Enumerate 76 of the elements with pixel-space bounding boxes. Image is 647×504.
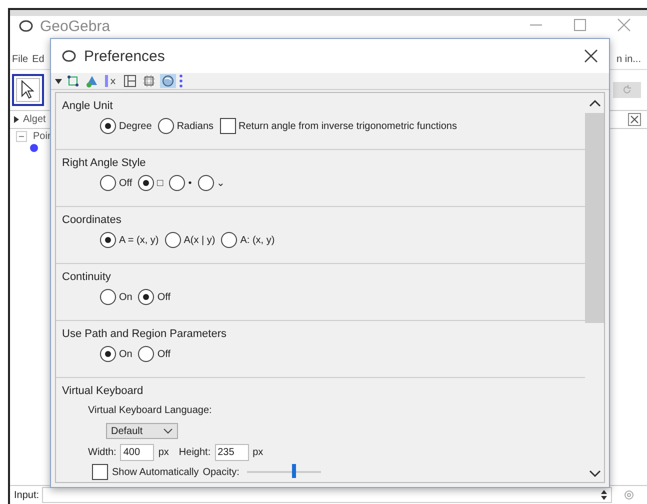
radio-button[interactable] <box>164 232 181 248</box>
checkbox-label: Show Automatically <box>112 466 199 478</box>
radio-button[interactable] <box>138 175 154 191</box>
checkbox[interactable] <box>220 118 236 134</box>
radio-button[interactable] <box>100 232 116 248</box>
radio-button[interactable] <box>169 175 186 191</box>
point-dot[interactable] <box>30 144 38 152</box>
close-view-button[interactable] <box>628 113 641 126</box>
settings-tab[interactable] <box>141 74 157 88</box>
radio-button[interactable] <box>100 175 116 191</box>
radio-label: Off <box>119 178 132 188</box>
scroll-up-icon[interactable] <box>588 99 600 107</box>
pointer-icon <box>20 80 36 100</box>
width-field[interactable]: 400 <box>120 444 154 460</box>
radio-button[interactable] <box>138 289 154 305</box>
radio-button[interactable] <box>100 346 116 362</box>
radio-label: Degree <box>119 120 152 132</box>
section-title: Use Path and Region Parameters <box>62 327 228 342</box>
radio-button[interactable] <box>100 118 116 134</box>
more-icon[interactable] <box>179 74 183 88</box>
scroll-thumb[interactable] <box>585 113 604 323</box>
collapse-toggle[interactable] <box>16 131 27 142</box>
language-dropdown[interactable]: Default <box>106 423 178 439</box>
radio-label: ⌄ <box>216 177 225 189</box>
menu-item[interactable]: Ed <box>32 54 44 65</box>
radio-label: Off <box>157 292 170 302</box>
window-title: GeoGebra <box>40 18 110 36</box>
tree-label[interactable]: Poir <box>33 131 51 142</box>
opacity-slider-thumb[interactable] <box>292 464 296 478</box>
unit-label: px <box>252 446 264 458</box>
algebra-header[interactable]: Alget <box>23 114 46 125</box>
scroll-down-icon[interactable] <box>588 470 600 478</box>
input-label: Input: <box>14 490 40 500</box>
section-title: Coordinates <box>62 213 122 228</box>
height-label: Height: <box>178 446 211 458</box>
logo-icon <box>61 48 77 64</box>
radio-button[interactable] <box>100 289 116 305</box>
unit-label: px <box>158 446 169 458</box>
radio-label: On <box>119 292 132 302</box>
section-title: Right Angle Style <box>62 156 147 171</box>
logo-icon <box>18 18 34 34</box>
radio-button[interactable] <box>158 118 174 134</box>
redo-icon <box>622 85 632 95</box>
radio-button[interactable] <box>198 175 214 191</box>
height-field[interactable]: 235 <box>214 444 249 460</box>
radio-button[interactable] <box>138 346 154 362</box>
language-label: Virtual Keyboard Language: <box>87 404 213 418</box>
section-title: Virtual Keyboard <box>62 384 144 399</box>
width-label: Width: <box>88 446 116 458</box>
menu-item[interactable]: n in... <box>616 54 641 65</box>
radio-label: A(x | y) <box>184 234 216 246</box>
spinner-arrows-icon[interactable] <box>601 490 607 500</box>
pointer-tool-button[interactable] <box>12 74 44 106</box>
caret-icon[interactable] <box>55 78 62 84</box>
menu-item[interactable]: File <box>12 54 28 65</box>
radio-label: A = (x, y) <box>119 234 159 246</box>
chevron-down-icon <box>163 428 173 434</box>
settings-tab[interactable] <box>122 74 138 88</box>
dialog-title: Preferences <box>84 48 165 64</box>
radio-button[interactable] <box>221 232 238 248</box>
radio-label: Off <box>157 348 170 360</box>
close-icon[interactable] <box>583 48 599 64</box>
radio-label: On <box>119 348 132 360</box>
settings-tab[interactable] <box>65 74 81 88</box>
radio-label: □ <box>157 178 164 188</box>
radio-label: Radians <box>176 120 214 132</box>
section-title: Continuity <box>62 270 112 285</box>
opacity-label: Opacity: <box>202 466 240 478</box>
settings-tab[interactable] <box>160 74 176 88</box>
radio-label: A: (x, y) <box>240 234 275 246</box>
maximize-icon[interactable] <box>573 18 587 32</box>
radio-label: • <box>188 178 192 188</box>
section-title: Angle Unit <box>62 99 114 114</box>
expand-triangle-icon[interactable] <box>14 116 19 123</box>
checkbox[interactable] <box>92 464 108 480</box>
checkbox-label: Return angle from inverse trigonometric functions <box>238 120 457 132</box>
